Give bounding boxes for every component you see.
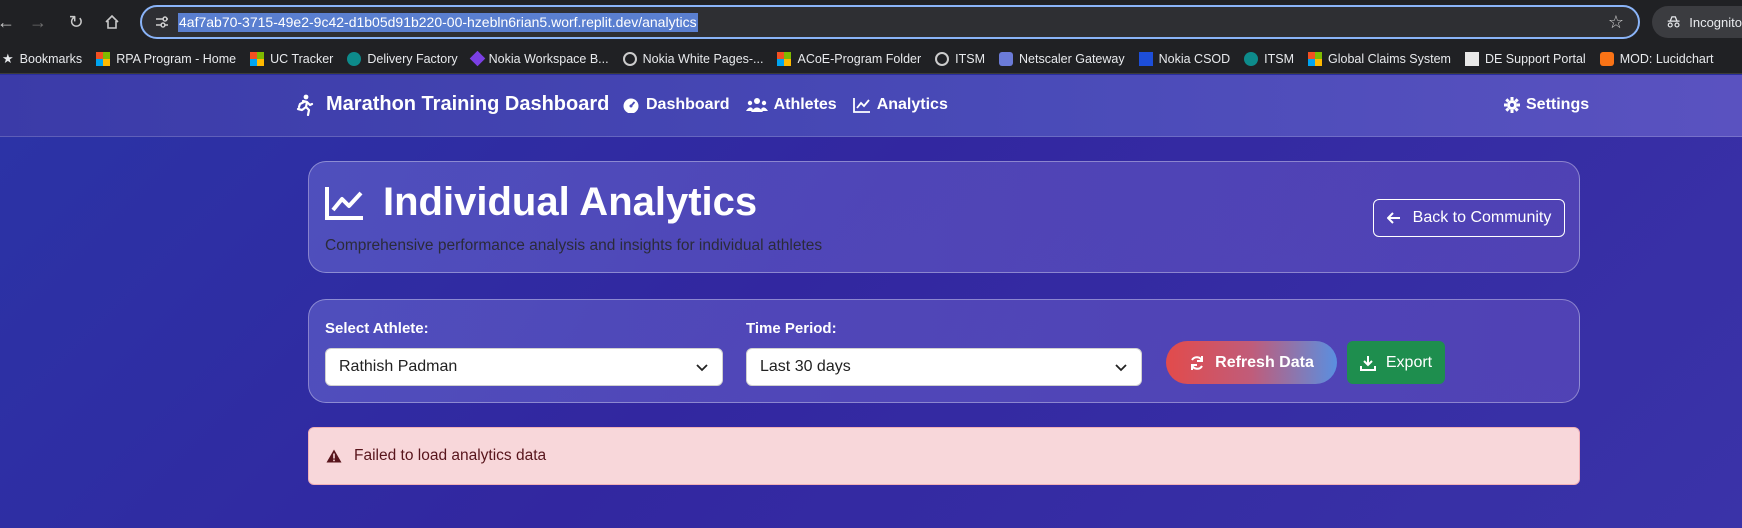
athlete-select-value: Rathish Padman <box>339 358 458 375</box>
page-title: Individual Analytics <box>325 180 757 225</box>
back-to-community-button[interactable]: Back to Community <box>1373 199 1565 237</box>
bookmark-item[interactable]: Delivery Factory <box>347 51 458 66</box>
download-icon <box>1359 355 1376 371</box>
gear-icon <box>1504 97 1520 113</box>
bookmark-label: Bookmarks <box>19 51 83 66</box>
lock-icon <box>999 51 1013 66</box>
nokia-icon <box>469 50 485 67</box>
app-navbar: Marathon Training Dashboard Dashboard At… <box>0 75 1742 137</box>
bookmark-label: Nokia Workspace B... <box>488 51 609 66</box>
forward-arrow-icon[interactable]: → <box>26 10 50 34</box>
gauge-icon <box>623 98 639 113</box>
globe-icon <box>622 51 637 66</box>
address-bar[interactable]: 4af7ab70-3715-49e2-9c42-d1b05d91b220-00-… <box>140 5 1640 39</box>
nav-settings[interactable]: Settings <box>1504 96 1589 114</box>
incognito-icon <box>1667 16 1680 28</box>
bookmark-item[interactable]: Netscaler Gateway <box>999 51 1125 66</box>
globe-icon <box>935 51 950 66</box>
brand[interactable]: Marathon Training Dashboard <box>294 93 609 116</box>
line-chart-icon <box>852 98 870 113</box>
back-arrow-icon[interactable]: ← <box>0 10 18 34</box>
nav-analytics[interactable]: Analytics <box>852 96 948 114</box>
microsoft-icon <box>96 51 111 66</box>
refresh-data-button[interactable]: Refresh Data <box>1166 341 1337 384</box>
home-icon[interactable] <box>100 10 124 34</box>
warning-icon <box>326 449 342 463</box>
bookmark-item[interactable]: UC Tracker <box>250 51 334 66</box>
nav-athletes-label: Athletes <box>773 96 837 113</box>
athlete-select-label: Select Athlete: <box>325 320 429 337</box>
bookmark-label: Delivery Factory <box>367 51 458 66</box>
page-subtitle: Comprehensive performance analysis and i… <box>325 237 823 254</box>
arrow-left-icon <box>1386 212 1400 224</box>
error-alert: Failed to load analytics data <box>308 427 1580 485</box>
bookmark-label: Global Claims System <box>1328 51 1451 66</box>
page-header-card: Individual Analytics Comprehensive perfo… <box>308 161 1580 273</box>
bookmark-item[interactable]: ★ Bookmarks <box>2 51 82 67</box>
microsoft-icon <box>1308 51 1323 66</box>
reload-icon[interactable]: ↻ <box>64 10 88 34</box>
bookmark-item[interactable]: RPA Program - Home <box>96 51 237 66</box>
bookmark-label: ITSM <box>1264 51 1295 66</box>
export-label: Export <box>1385 353 1433 371</box>
browser-toolbar: ← → ↻ 4af7ab70-3715-49e2-9c42-d1b05d91b2… <box>0 0 1742 44</box>
bookmark-label: Netscaler Gateway <box>1019 51 1125 66</box>
bookmark-label: DE Support Portal <box>1484 51 1586 66</box>
bookmark-label: UC Tracker <box>270 51 334 66</box>
bookmark-item[interactable]: ACoE-Program Folder <box>777 51 922 66</box>
bookmark-item[interactable]: ITSM <box>1244 51 1295 66</box>
export-button[interactable]: Export <box>1347 341 1445 384</box>
running-icon <box>296 94 314 116</box>
bookmark-item[interactable]: Global Claims System <box>1308 51 1451 66</box>
bookmark-item[interactable]: ITSM <box>935 51 985 66</box>
bookmark-label: Nokia CSOD <box>1158 51 1231 66</box>
refresh-icon <box>1191 355 1204 370</box>
page-title-text: Individual Analytics <box>383 180 758 224</box>
document-icon <box>1464 51 1479 66</box>
bookmark-item[interactable]: DE Support Portal <box>1464 51 1586 66</box>
incognito-label: Incognito <box>1689 14 1742 30</box>
period-select-label: Time Period: <box>746 320 837 337</box>
lucidchart-icon <box>1599 51 1614 66</box>
period-select-value: Last 30 days <box>760 358 851 375</box>
error-message: Failed to load analytics data <box>354 447 547 464</box>
bookmark-label: ACoE-Program Folder <box>797 51 922 66</box>
microsoft-icon <box>777 51 792 66</box>
incognito-badge[interactable]: Incognito <box>1652 6 1742 38</box>
bookmark-item[interactable]: Nokia White Pages-... <box>622 51 764 66</box>
back-button-label: Back to Community <box>1412 209 1552 226</box>
bookmark-label: RPA Program - Home <box>116 51 237 66</box>
line-chart-icon <box>325 186 363 220</box>
servicenow-icon <box>1244 51 1259 66</box>
bookmark-item[interactable]: Nokia CSOD <box>1138 51 1231 66</box>
refresh-label: Refresh Data <box>1215 353 1314 371</box>
bookmark-star-icon[interactable]: ☆ <box>1608 12 1624 33</box>
bookmarks-bar: ★ Bookmarks RPA Program - Home UC Tracker… <box>0 44 1742 74</box>
nokia-n-icon <box>1138 51 1153 66</box>
star-icon: ★ <box>2 50 14 66</box>
chevron-down-icon <box>696 364 708 372</box>
bookmark-item[interactable]: MOD: Lucidchart <box>1599 51 1714 66</box>
app-viewport: Marathon Training Dashboard Dashboard At… <box>0 75 1742 528</box>
brand-title: Marathon Training Dashboard <box>326 93 610 115</box>
nav-dashboard[interactable]: Dashboard <box>622 96 730 114</box>
filters-card: Select Athlete: Rathish Padman Time Peri… <box>308 299 1580 403</box>
period-select[interactable]: Last 30 days <box>746 348 1142 386</box>
athlete-select[interactable]: Rathish Padman <box>325 348 723 386</box>
nav-analytics-label: Analytics <box>876 96 948 113</box>
microsoft-icon <box>250 51 265 66</box>
users-icon <box>745 98 768 112</box>
nav-dashboard-label: Dashboard <box>646 96 730 113</box>
site-settings-icon[interactable] <box>154 14 170 30</box>
bookmark-label: MOD: Lucidchart <box>1619 51 1714 66</box>
servicenow-icon <box>347 51 362 66</box>
url-text[interactable]: 4af7ab70-3715-49e2-9c42-d1b05d91b220-00-… <box>178 13 698 32</box>
bookmark-label: Nokia White Pages-... <box>642 51 764 66</box>
chevron-down-icon <box>1115 364 1127 372</box>
nav-settings-label: Settings <box>1526 96 1590 113</box>
nav-athletes[interactable]: Athletes <box>745 96 837 114</box>
bookmark-item[interactable]: Nokia Workspace B... <box>469 50 609 67</box>
bookmark-label: ITSM <box>955 51 985 66</box>
